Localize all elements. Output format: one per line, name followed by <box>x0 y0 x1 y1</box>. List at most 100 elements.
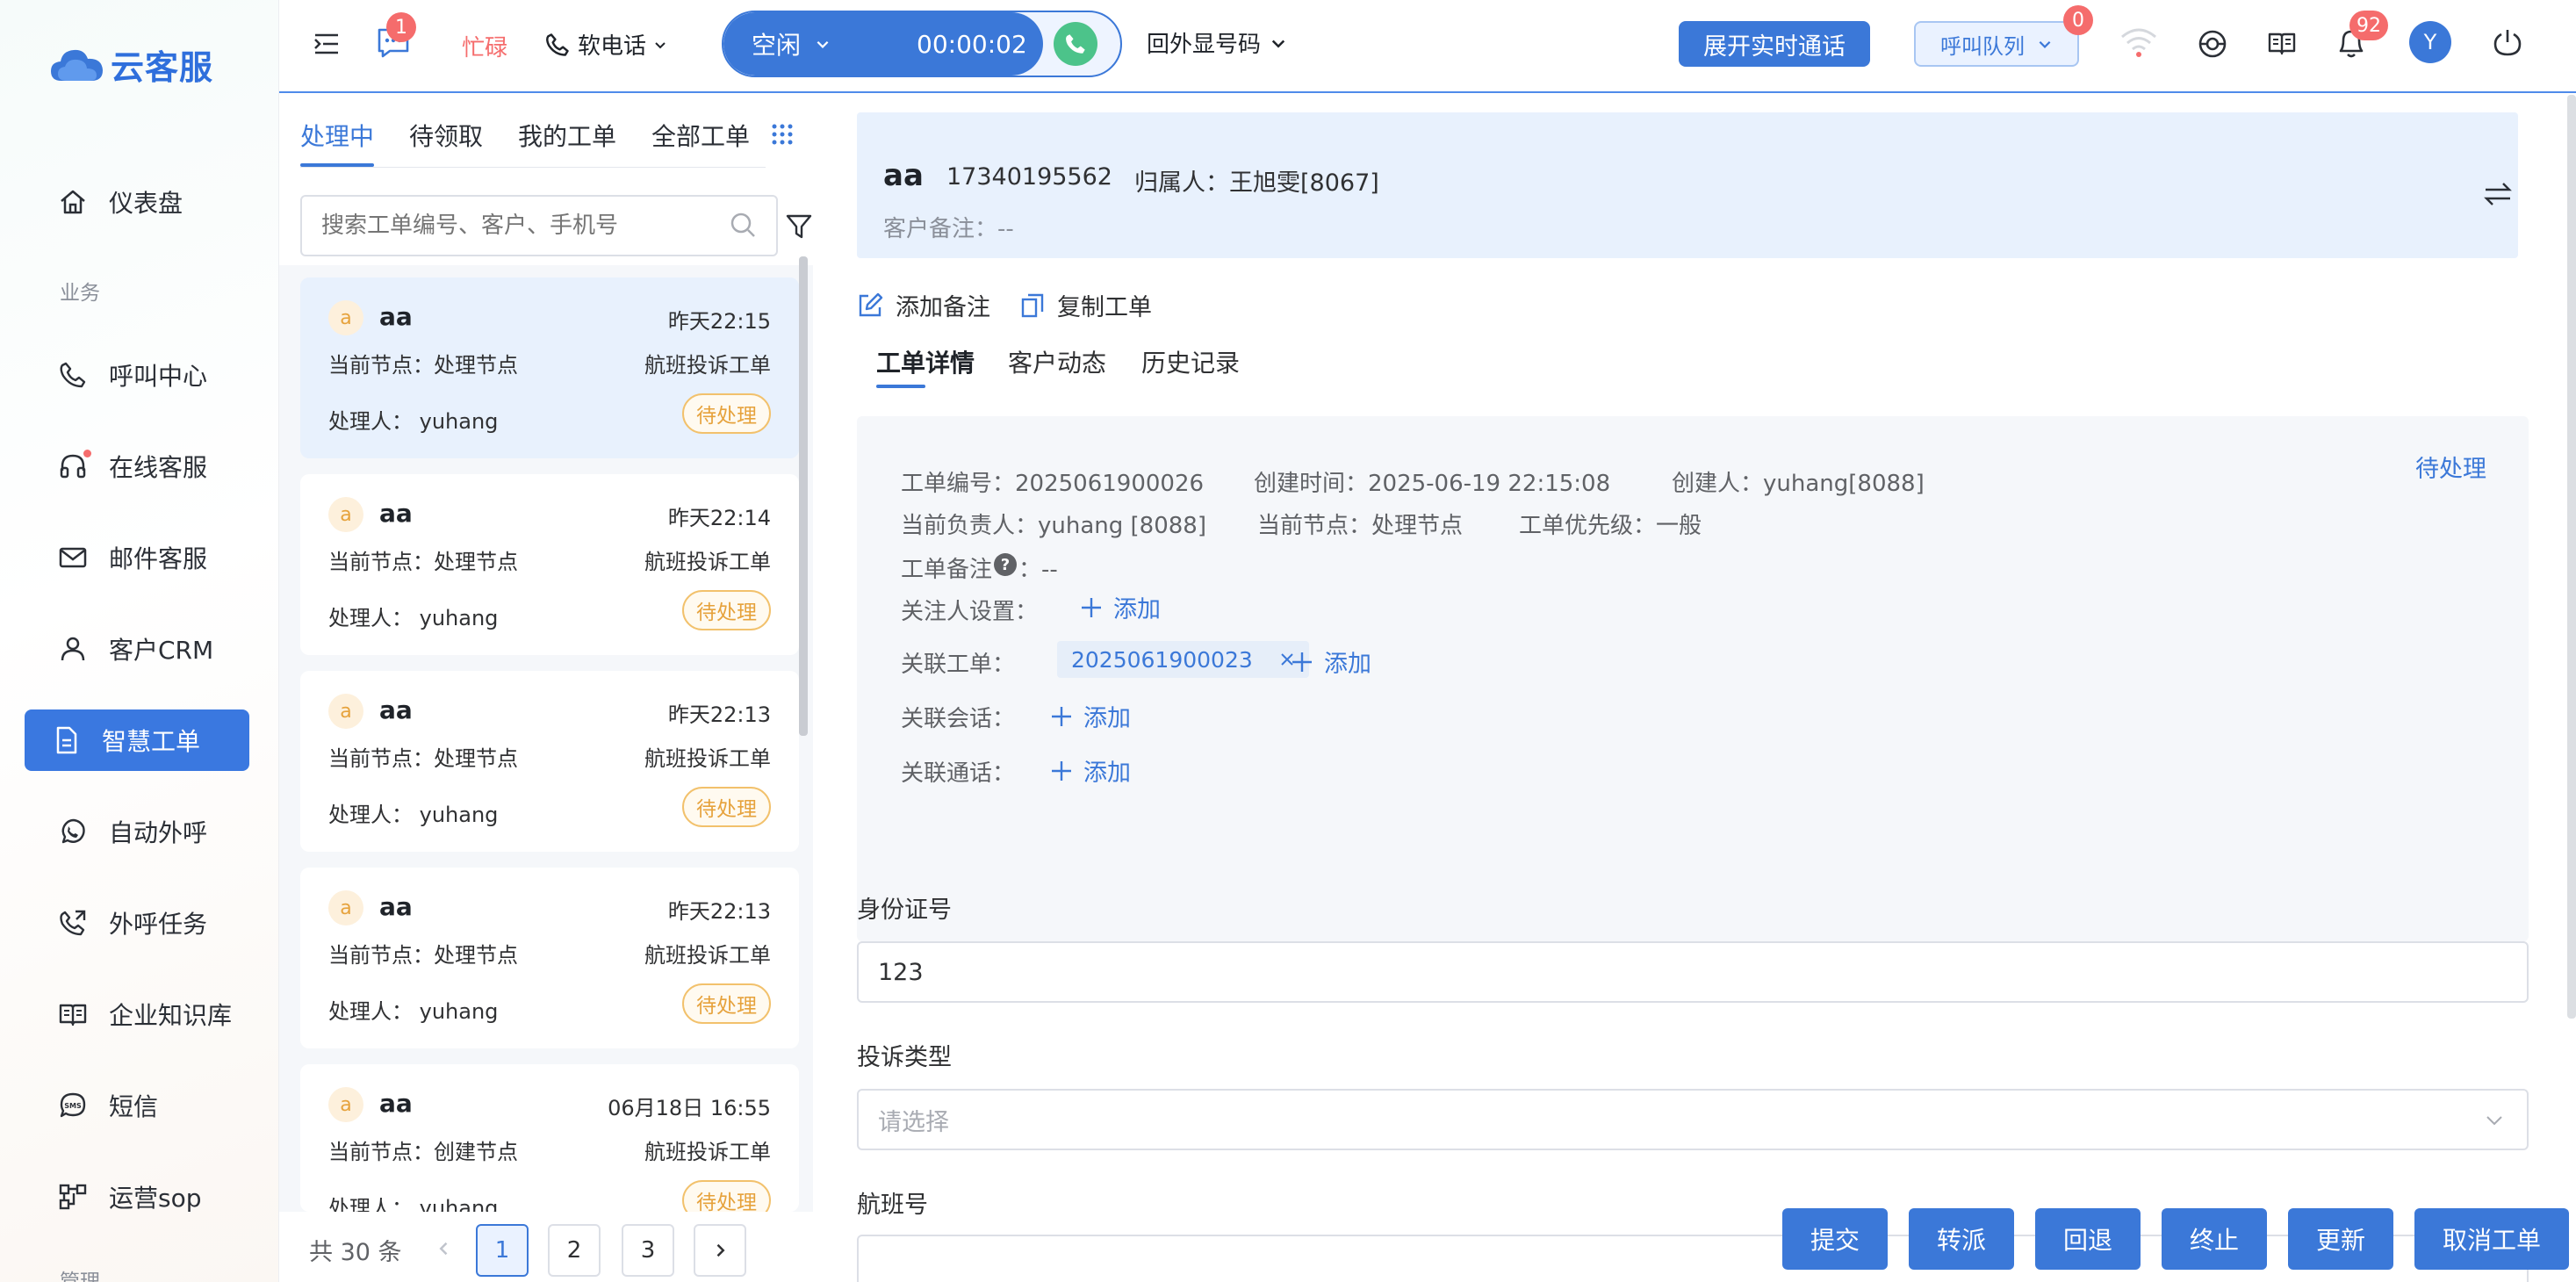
sidebar-item-email-service[interactable]: 邮件客服 <box>25 527 249 588</box>
add-related-call-button[interactable]: 添加 <box>1050 753 1131 788</box>
sidebar-item-label: 邮件客服 <box>109 544 208 573</box>
wifi-icon <box>2121 28 2156 57</box>
page-button-1[interactable]: 1 <box>476 1224 529 1277</box>
ticket-time: 06月18日 16:55 <box>608 1096 771 1120</box>
tab-customer-activity[interactable]: 客户动态 <box>1008 344 1106 379</box>
sidebar-item-auto-outbound[interactable]: 自动外呼 <box>25 801 249 862</box>
tab-to-claim[interactable]: 待领取 <box>409 118 483 153</box>
ticket-card[interactable]: a aa 昨天22:13 当前节点：处理节点 航班投诉工单 处理人： yuhan… <box>300 868 799 1048</box>
flight-number-input[interactable] <box>857 1235 2529 1282</box>
network-status[interactable] <box>2119 26 2158 58</box>
tab-all-tickets[interactable]: 全部工单 <box>651 118 750 153</box>
home-icon <box>61 190 85 214</box>
customer-phone[interactable]: 17340195562 <box>946 163 1112 191</box>
sidebar-item-sop[interactable]: 运营sop <box>25 1166 249 1228</box>
pagination: 共 30 条 1 2 3 <box>279 1212 813 1282</box>
docs-button[interactable] <box>2265 28 2299 58</box>
user-avatar[interactable]: Y <box>2409 21 2451 63</box>
customer-owner: 归属人：王旭雯[8067] <box>1134 169 1379 197</box>
complaint-type-select[interactable]: 请选择 <box>857 1089 2529 1150</box>
prev-page-icon[interactable] <box>435 1240 453 1257</box>
tab-my-tickets[interactable]: 我的工单 <box>518 118 616 153</box>
sidebar-item-call-center[interactable]: 呼叫中心 <box>25 344 249 406</box>
watcher-label: 关注人设置： <box>901 599 1039 625</box>
total-count: 共 30 条 <box>309 1239 402 1266</box>
swap-icon[interactable] <box>2483 181 2513 207</box>
agent-status-control[interactable]: 空闲 00:00:02 <box>722 11 1122 77</box>
add-watcher-button[interactable]: 添加 <box>1080 590 1161 624</box>
chat-badge: 1 <box>386 12 416 42</box>
detail-scrollbar[interactable] <box>2567 95 2576 1019</box>
phone-icon <box>60 362 86 388</box>
busy-status[interactable]: 忙碌 <box>462 30 507 62</box>
grid-menu-icon[interactable] <box>771 123 794 146</box>
tab-processing[interactable]: 处理中 <box>300 118 374 153</box>
tab-ticket-details[interactable]: 工单详情 <box>876 344 975 379</box>
sidebar-item-sms[interactable]: SMS 短信 <box>25 1075 249 1136</box>
related-call-label: 关联通话： <box>901 760 1016 787</box>
add-note-button[interactable]: 添加备注 <box>857 288 990 322</box>
tab-history[interactable]: 历史记录 <box>1141 344 1240 379</box>
collapse-menu-button[interactable] <box>313 30 341 58</box>
sidebar-item-label: 智慧工单 <box>102 727 201 756</box>
unread-dot <box>83 450 91 457</box>
logout-button[interactable] <box>2492 26 2523 58</box>
search-icon[interactable] <box>729 211 757 239</box>
sidebar-item-smart-ticket[interactable]: 智慧工单 <box>25 709 249 771</box>
list-scrollbar[interactable] <box>799 256 808 736</box>
ticket-card[interactable]: a aa 昨天22:15 当前节点：处理节点 航班投诉工单 处理人： yuhan… <box>300 277 799 458</box>
add-note-label: 添加备注 <box>896 294 990 321</box>
sidebar-item-label: 企业知识库 <box>109 1001 233 1030</box>
sidebar-item-online-service[interactable]: 在线客服 <box>25 436 249 497</box>
sidebar-item-knowledge-base[interactable]: 企业知识库 <box>25 983 249 1045</box>
id-number-input[interactable]: 123 <box>857 941 2529 1003</box>
sidebar-item-label: 短信 <box>109 1092 159 1121</box>
sidebar-item-crm[interactable]: 客户CRM <box>25 618 249 680</box>
add-watcher-label: 添加 <box>1113 596 1161 623</box>
sidebar-item-label: 自动外呼 <box>109 818 208 847</box>
copy-ticket-button[interactable]: 复制工单 <box>1020 288 1152 322</box>
terminate-button[interactable]: 终止 <box>2162 1208 2267 1270</box>
document-icon <box>56 726 77 754</box>
sidebar-item-outbound-task[interactable]: 外呼任务 <box>25 892 249 954</box>
ticket-card[interactable]: a aa 06月18日 16:55 当前节点：创建节点 航班投诉工单 处理人： … <box>300 1064 799 1212</box>
flow-icon <box>59 1184 87 1210</box>
page-button-3[interactable]: 3 <box>622 1224 674 1277</box>
add-related-session-button[interactable]: 添加 <box>1050 699 1131 733</box>
answer-call-button[interactable] <box>1054 22 1097 66</box>
update-button[interactable]: 更新 <box>2288 1208 2393 1270</box>
submit-button[interactable]: 提交 <box>1782 1208 1888 1270</box>
ticket-search-input[interactable] <box>300 195 778 256</box>
call-queue-button[interactable]: 呼叫队列 <box>1914 21 2079 67</box>
softphone-dropdown[interactable]: 软电话 <box>544 28 667 61</box>
add-related-ticket-button[interactable]: 添加 <box>1291 645 1371 679</box>
expand-call-button[interactable]: 展开实时通话 <box>1679 21 1870 67</box>
ticket-priority: 工单优先级：一般 <box>1519 513 1702 539</box>
support-button[interactable] <box>2197 28 2228 60</box>
sidebar-item-dashboard[interactable]: 仪表盘 <box>25 171 249 233</box>
ticket-card[interactable]: a aa 昨天22:13 当前节点：处理节点 航班投诉工单 处理人： yuhan… <box>300 671 799 852</box>
ticket-card[interactable]: a aa 昨天22:14 当前节点：处理节点 航班投诉工单 处理人： yuhan… <box>300 474 799 655</box>
add-related-call-label: 添加 <box>1083 760 1131 787</box>
transfer-button[interactable]: 转派 <box>1909 1208 2014 1270</box>
cancel-ticket-button[interactable]: 取消工单 <box>2414 1208 2569 1270</box>
next-page-button[interactable] <box>694 1224 746 1277</box>
page-button-2[interactable]: 2 <box>548 1224 601 1277</box>
id-number-label: 身份证号 <box>857 897 952 924</box>
customer-info-bar: aa 17340195562 归属人：王旭雯[8067] 客户备注：-- <box>857 112 2518 258</box>
related-ticket-tag[interactable]: 2025061900023 <box>1057 641 1309 678</box>
ticket-type: 航班投诉工单 <box>644 1140 771 1164</box>
help-icon[interactable]: ? <box>994 553 1017 576</box>
outbound-number-dropdown[interactable]: 回外显号码 <box>1147 26 1287 59</box>
complaint-type-placeholder: 请选择 <box>878 1108 949 1136</box>
svg-text:SMS: SMS <box>64 1102 82 1110</box>
rollback-button[interactable]: 回退 <box>2035 1208 2141 1270</box>
queue-badge: 0 <box>2063 5 2093 35</box>
related-session-label: 关联会话： <box>901 706 1016 732</box>
filter-icon[interactable] <box>785 212 813 241</box>
top-bar: 1 忙碌 软电话 空闲 00:00:02 回外显号码 展开实时通话 呼叫队列 0… <box>279 0 2576 93</box>
flight-number-label: 航班号 <box>857 1192 928 1219</box>
brand-logo[interactable]: 云客服 <box>49 40 213 89</box>
agent-status-label[interactable]: 空闲 <box>752 26 801 61</box>
status-badge: 待处理 <box>682 983 771 1024</box>
